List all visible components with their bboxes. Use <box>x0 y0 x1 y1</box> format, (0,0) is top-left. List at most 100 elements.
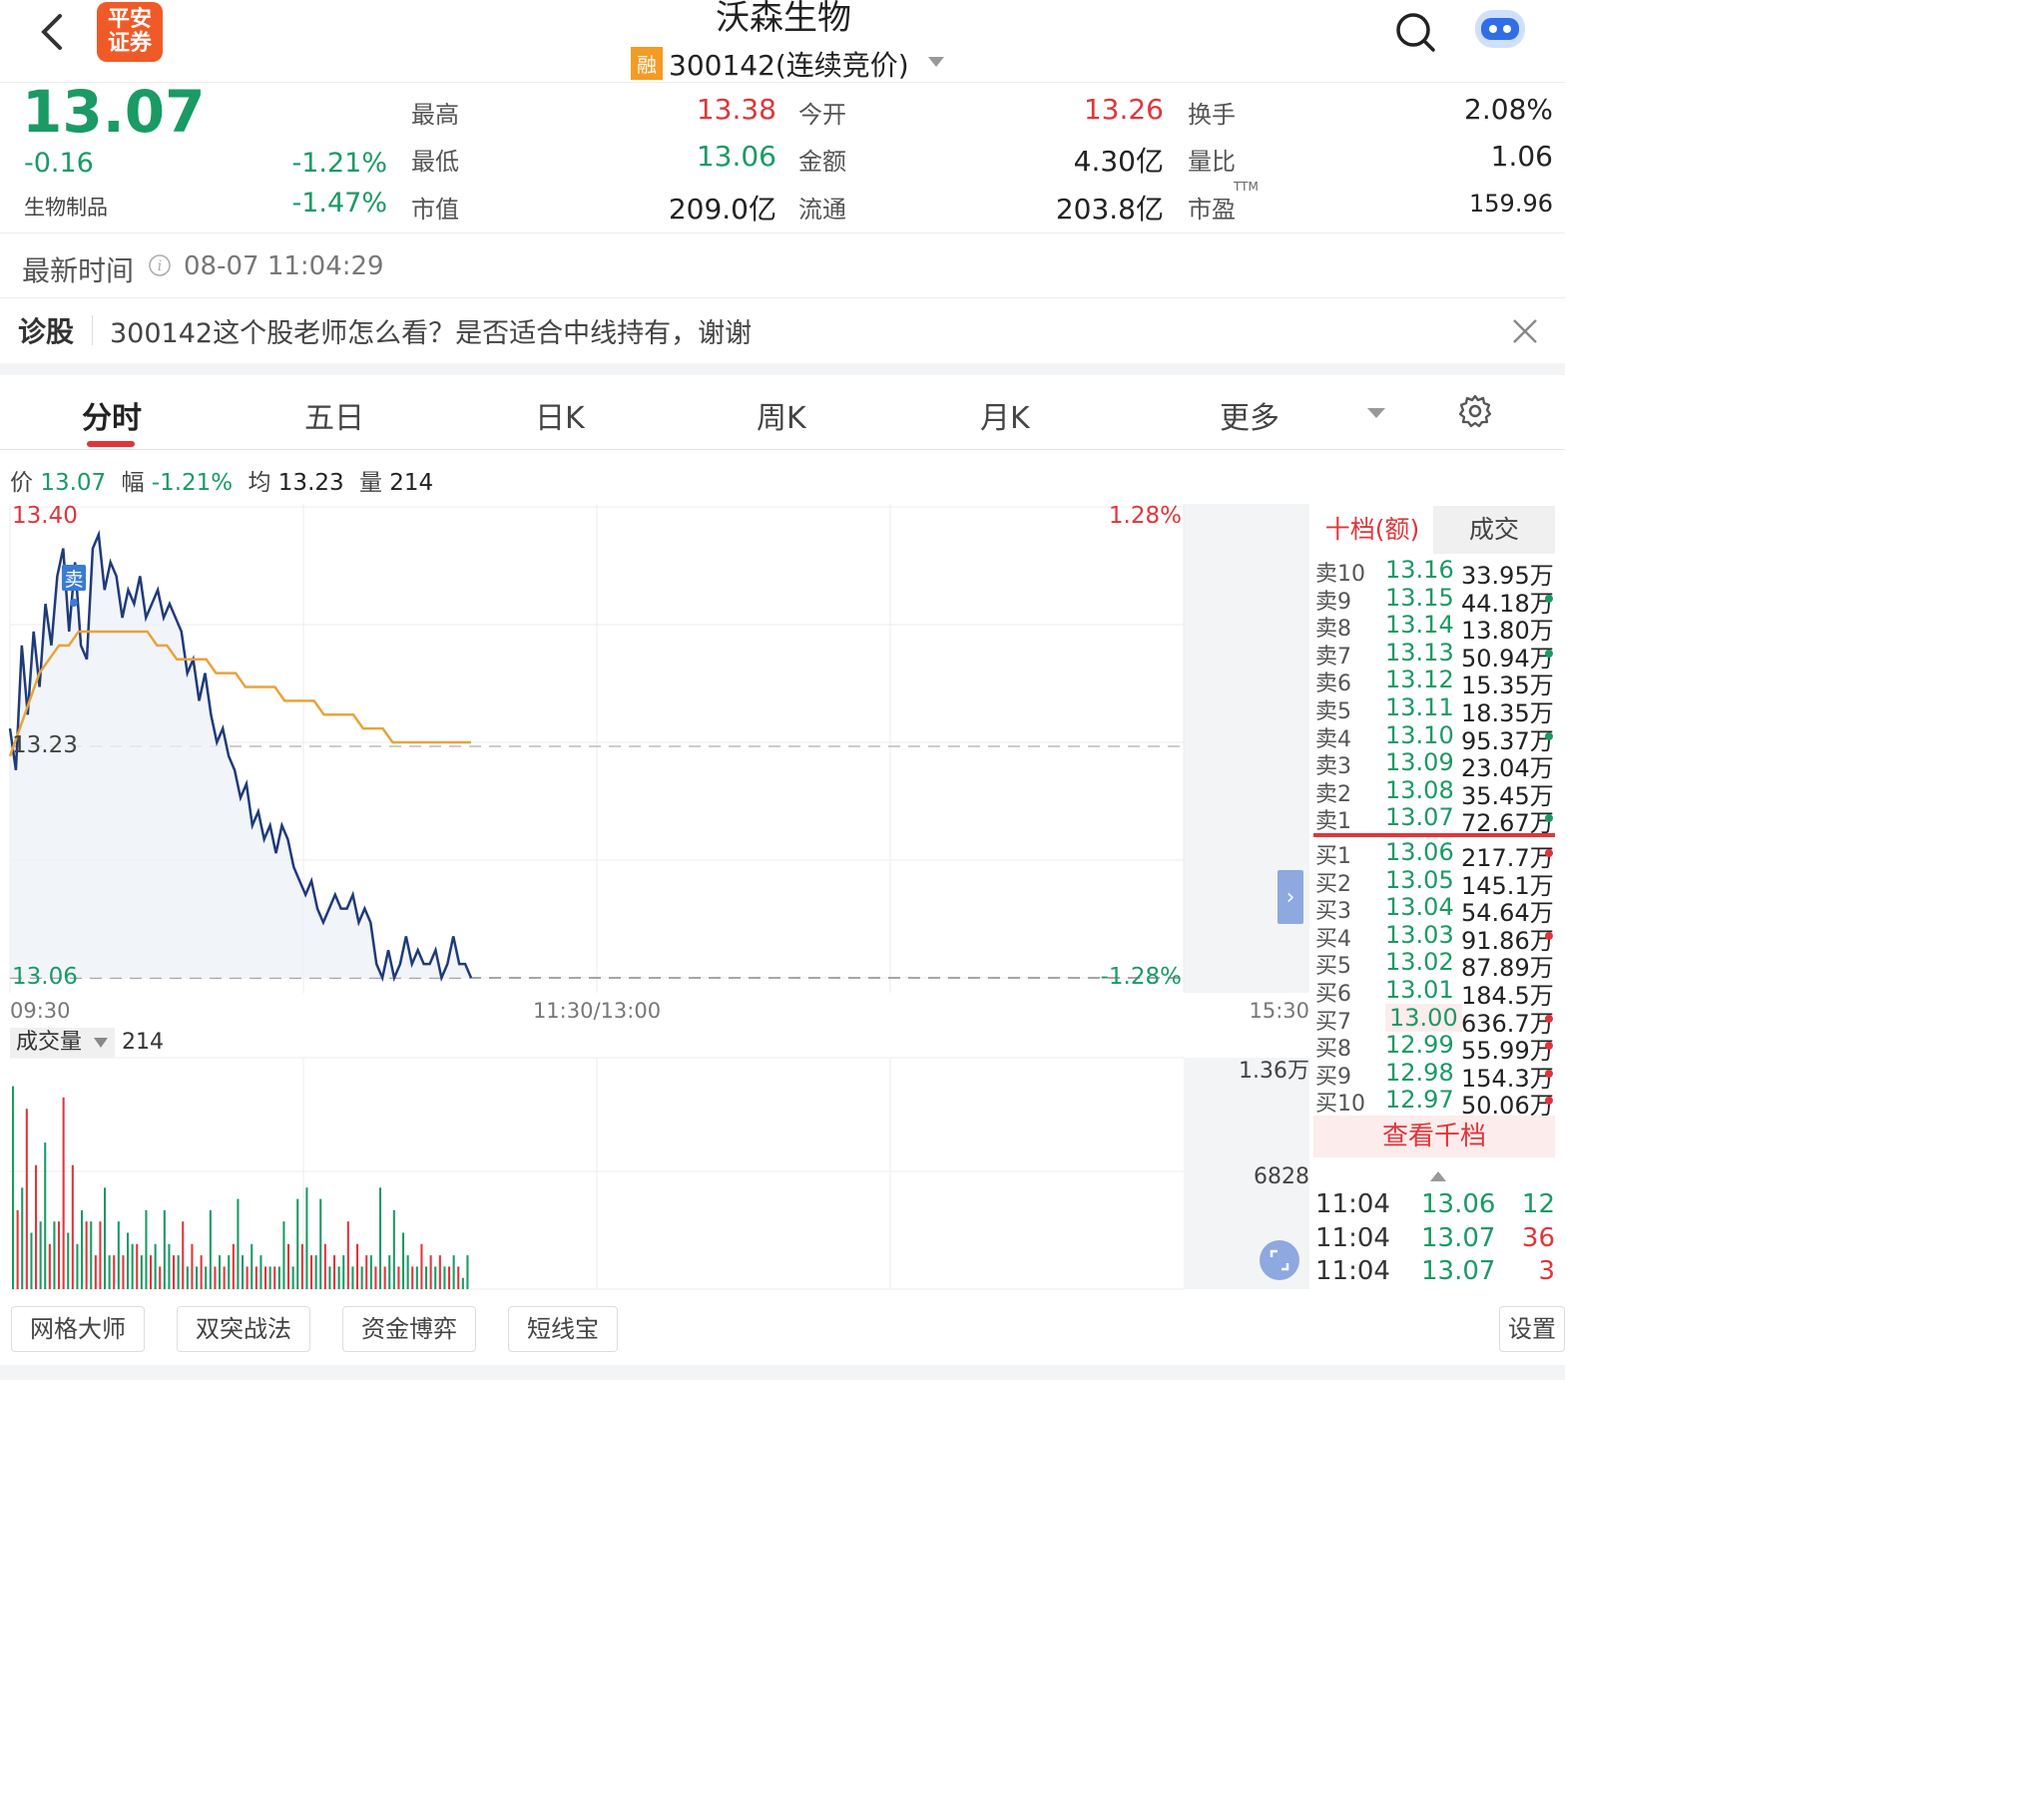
volume-bar <box>259 1255 262 1289</box>
ask-level[interactable]: 卖10 13.16 33.95万 <box>1315 556 1565 590</box>
volume-bar <box>214 1266 217 1289</box>
latest-time-label: 最新时间 <box>22 254 135 287</box>
volume-value: 214 <box>122 1030 164 1055</box>
short-term-button[interactable]: 短线宝 <box>508 1306 618 1352</box>
orderbook-tab-trades[interactable]: 成交 <box>1433 506 1555 554</box>
volume-bar <box>35 1164 38 1289</box>
latest-time-value: 08-07 11:04:29 <box>184 251 384 281</box>
ask-level[interactable]: 卖2 13.08 35.45万 <box>1315 776 1565 810</box>
fullscreen-icon <box>1260 1240 1299 1280</box>
ask-level[interactable]: 卖7 13.13 50.94万 <box>1315 638 1565 673</box>
volume-bar <box>21 1187 24 1289</box>
volume-bar <box>251 1243 254 1289</box>
volume-bar <box>268 1266 271 1289</box>
volume-bar <box>219 1255 222 1289</box>
volume-bar <box>305 1187 308 1289</box>
vol-scale-mid: 6828 <box>1254 1164 1309 1189</box>
bid-level[interactable]: 买9 12.98 154.3万 <box>1315 1059 1565 1093</box>
volume-bar <box>255 1266 257 1289</box>
bid-level[interactable]: 买7 13.00 636.7万 <box>1315 1003 1565 1038</box>
orderbook-tab-level10[interactable]: 十档(额) <box>1313 506 1431 554</box>
volume-bar <box>163 1209 166 1289</box>
volume-bar <box>461 1277 464 1289</box>
volume-indicator-selector[interactable]: 成交量 <box>10 1028 116 1058</box>
trade-volume: 12 <box>1521 1189 1555 1219</box>
volume-bar <box>356 1243 359 1289</box>
ask-level[interactable]: 卖1 13.07 72.67万 <box>1315 803 1565 837</box>
level-price: 13.13 <box>1385 638 1454 667</box>
amount-label: 金额 <box>798 148 846 176</box>
vol-label: 量 <box>358 470 382 496</box>
ask-level[interactable]: 卖5 13.11 18.35万 <box>1315 693 1565 727</box>
green-dot-icon <box>1545 649 1553 658</box>
level-price: 13.03 <box>1385 920 1454 949</box>
bid-level[interactable]: 买8 12.99 55.99万 <box>1315 1031 1565 1065</box>
ask-level[interactable]: 卖6 13.12 15.35万 <box>1315 666 1565 699</box>
tab-weekly-k[interactable]: 周K <box>757 393 806 437</box>
bid-ask-divider <box>1313 833 1555 837</box>
mktcap-label: 市值 <box>411 196 459 224</box>
ask-level[interactable]: 卖8 13.14 13.80万 <box>1315 611 1565 645</box>
volume-bar <box>242 1255 245 1289</box>
diagnose-question[interactable]: 300142这个股老师怎么看？是否适合中线持有，谢谢 <box>110 311 752 350</box>
broker-logo: 平安 证券 <box>97 2 163 62</box>
search-icon[interactable] <box>1393 10 1437 58</box>
volume-bar <box>287 1243 290 1289</box>
trade-time: 11:04 <box>1315 1189 1390 1219</box>
bid-level[interactable]: 买4 13.03 91.86万 <box>1315 920 1565 955</box>
bid-level[interactable]: 买3 13.04 54.64万 <box>1315 893 1565 927</box>
volume-bar <box>406 1255 409 1289</box>
volume-bar <box>113 1255 116 1289</box>
tab-monthly-k[interactable]: 月K <box>980 393 1030 437</box>
tab-more[interactable]: 更多 <box>1220 393 1279 437</box>
trade-price: 13.06 <box>1421 1189 1496 1219</box>
level-price: 13.10 <box>1385 720 1454 749</box>
tab-daily-k[interactable]: 日K <box>535 393 585 437</box>
volume-bar <box>232 1243 235 1289</box>
section-separator <box>0 363 1565 375</box>
stock-code-selector[interactable]: 融 300142(连续竞价) <box>631 44 946 84</box>
toolbar-settings-button[interactable]: 设置 <box>1499 1306 1565 1352</box>
sector-change-pct: -1.47% <box>291 188 387 219</box>
info-icon[interactable]: i <box>148 253 172 281</box>
volume-bar <box>145 1209 148 1289</box>
volume-bar <box>173 1255 176 1289</box>
volume-bar <box>127 1232 130 1289</box>
ask-level[interactable]: 卖3 13.09 23.04万 <box>1315 748 1565 782</box>
svg-text:›: › <box>1286 885 1295 910</box>
intraday-chart[interactable]: 13.40 1.28% 13.23 13.06 -1.28% 09:30 11:… <box>0 499 1313 1297</box>
volume-bar <box>369 1255 372 1289</box>
view-full-depth-button[interactable]: 查看千档 <box>1313 1116 1555 1157</box>
volume-bar <box>310 1255 313 1289</box>
sector-name[interactable]: 生物制品 <box>24 192 108 222</box>
bid-level[interactable]: 买10 12.97 50.06万 <box>1315 1086 1565 1120</box>
volume-bars <box>12 1086 469 1289</box>
double-breakout-button[interactable]: 双突战法 <box>177 1306 310 1352</box>
diagnose-banner[interactable]: 诊股 300142这个股老师怎么看？是否适合中线持有，谢谢 <box>0 297 1565 363</box>
volume-bar <box>314 1255 317 1289</box>
trade-row: 11:04 13.07 3 <box>1315 1256 1555 1288</box>
volume-bar <box>44 1142 47 1289</box>
bid-level[interactable]: 买5 13.02 87.89万 <box>1315 948 1565 982</box>
ask-level[interactable]: 卖4 13.10 95.37万 <box>1315 720 1565 755</box>
more-dropdown-icon[interactable] <box>1365 405 1387 424</box>
tab-intraday[interactable]: 分时 <box>82 393 142 437</box>
bid-level[interactable]: 买2 13.05 145.1万 <box>1315 866 1565 900</box>
chart-period-tabs: 分时 五日 日K 周K 月K 更多 <box>0 375 1565 450</box>
bid-level[interactable]: 买6 13.01 184.5万 <box>1315 976 1565 1010</box>
gear-icon[interactable] <box>1457 393 1493 433</box>
price-area-fill <box>10 534 471 978</box>
robot-assistant-icon[interactable] <box>1471 4 1529 56</box>
capital-game-button[interactable]: 资金博弈 <box>342 1306 476 1352</box>
ask-level[interactable]: 卖9 13.15 44.18万 <box>1315 584 1565 618</box>
volume-bar <box>443 1266 446 1289</box>
back-icon[interactable] <box>34 10 74 54</box>
close-icon[interactable] <box>1511 317 1539 349</box>
expand-up-icon[interactable] <box>1429 1167 1447 1186</box>
volume-bar <box>182 1221 185 1289</box>
tab-five-day[interactable]: 五日 <box>304 393 364 437</box>
volume-bar <box>150 1255 153 1289</box>
trade-time: 11:04 <box>1315 1222 1390 1253</box>
bid-level[interactable]: 买1 13.06 217.7万 <box>1315 838 1565 872</box>
grid-master-button[interactable]: 网格大师 <box>11 1306 145 1352</box>
